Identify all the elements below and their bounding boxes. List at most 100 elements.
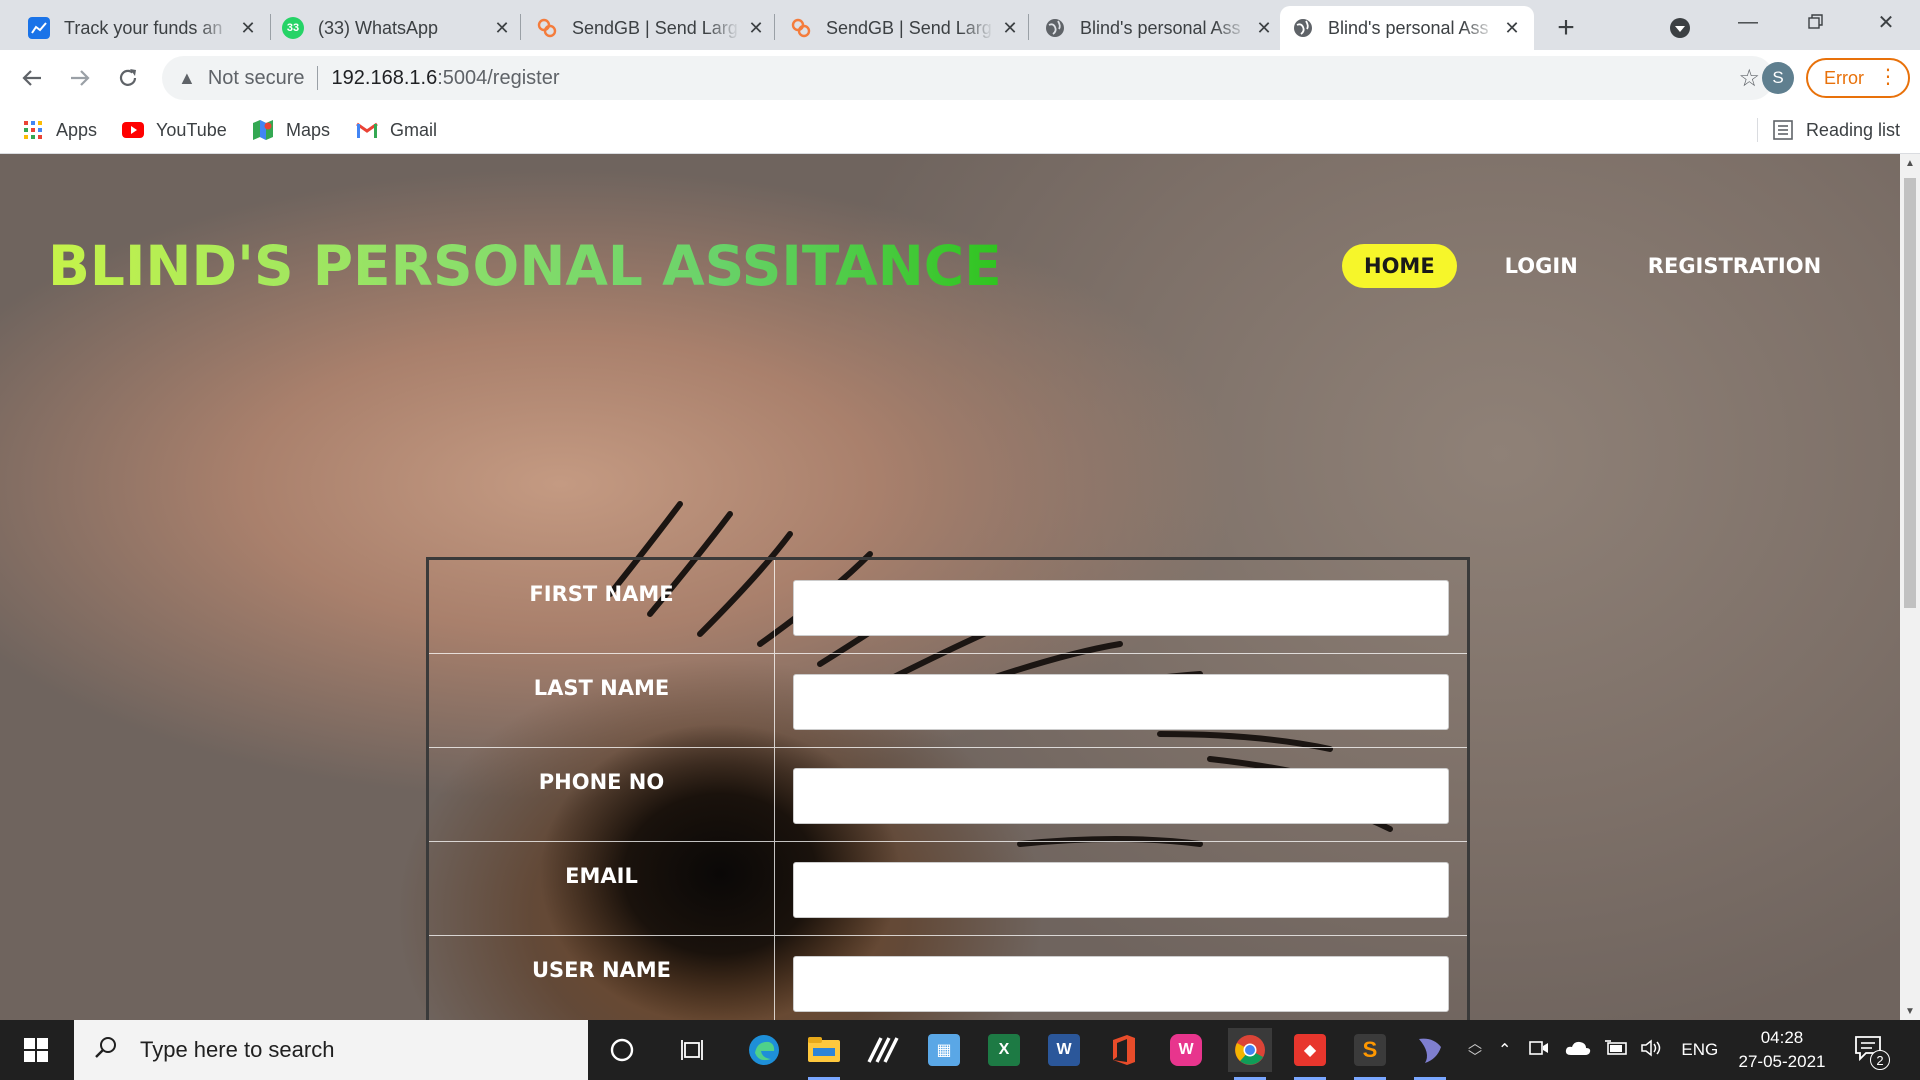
browser-tab[interactable]: Blind's personal Ass ✕ <box>1032 6 1286 50</box>
minimize-icon[interactable]: — <box>1718 0 1778 44</box>
reading-list-button[interactable]: Reading list <box>1756 116 1900 144</box>
windows-taskbar: Type here to search ▦ X W W ◆ S ︿ ﹀ ⌃ EN… <box>0 1020 1920 1080</box>
email-input[interactable] <box>793 862 1449 918</box>
url-path: :5004/register <box>437 66 560 89</box>
word-icon[interactable]: W <box>1042 1028 1086 1072</box>
windows-start-icon[interactable] <box>0 1020 72 1080</box>
taskbar-search-box[interactable]: Type here to search <box>74 1020 588 1080</box>
first-name-input[interactable] <box>793 580 1449 636</box>
control-panel-icon: ▦ <box>928 1034 960 1066</box>
gmail-icon <box>356 119 378 141</box>
control-panel-icon[interactable]: ▦ <box>922 1028 966 1072</box>
last-name-label: LAST NAME <box>429 654 775 747</box>
bookmark-apps[interactable]: Apps <box>22 116 97 144</box>
tab-title: Track your funds an <box>64 17 223 38</box>
chrome-icon[interactable] <box>1228 1028 1272 1080</box>
menu-kebab-icon: ⋮ <box>1878 66 1898 88</box>
error-button[interactable]: Error ⋮ <box>1806 58 1910 98</box>
close-tab-icon[interactable]: ✕ <box>492 18 512 38</box>
office-icon[interactable] <box>1102 1028 1146 1072</box>
scroll-up-arrow-icon[interactable]: ▲ <box>1900 154 1920 172</box>
bookmark-label: Apps <box>56 119 98 140</box>
edge-icon[interactable] <box>742 1028 786 1072</box>
bookmark-maps[interactable]: Maps <box>252 116 330 144</box>
close-tab-icon[interactable]: ✕ <box>746 18 766 38</box>
cortana-icon[interactable] <box>600 1028 644 1072</box>
address-separator <box>316 66 318 90</box>
back-arrow-icon[interactable] <box>14 60 50 96</box>
registration-form: FIRST NAME LAST NAME PHONE NO EMAIL USER… <box>426 557 1470 1020</box>
bookmark-label: Maps <box>286 119 331 140</box>
tab-title: SendGB | Send Larg <box>826 17 992 38</box>
forward-arrow-icon[interactable] <box>62 60 98 96</box>
wamp-icon[interactable]: W <box>1164 1028 1208 1072</box>
close-window-icon[interactable]: ✕ <box>1856 0 1916 44</box>
scroll-down-arrow-icon[interactable]: ▼ <box>1900 1002 1920 1020</box>
profile-avatar[interactable]: S <box>1762 62 1794 94</box>
tab-separator <box>520 14 521 40</box>
email-label: EMAIL <box>429 842 775 935</box>
taskbar-clock[interactable]: 04:28 27-05-2021 <box>1724 1026 1840 1074</box>
tab-title: SendGB | Send Larg <box>572 17 738 38</box>
scrollbar-thumb[interactable] <box>1904 178 1916 608</box>
browser-tab-active[interactable]: Blind's personal Ass ✕ <box>1280 6 1534 50</box>
phone-no-input[interactable] <box>793 768 1449 824</box>
nav-home-link[interactable]: HOME <box>1342 244 1457 288</box>
phone-no-label: PHONE NO <box>429 748 775 841</box>
file-explorer-icon[interactable] <box>802 1028 846 1080</box>
task-view-icon[interactable] <box>672 1028 716 1072</box>
browser-tab[interactable]: 33 (33) WhatsApp ✕ <box>270 6 524 50</box>
browser-tab[interactable]: Track your funds an ✕ <box>16 6 270 50</box>
browser-tab[interactable]: SendGB | Send Larg ✕ <box>524 6 778 50</box>
search-icon <box>94 1035 118 1065</box>
close-tab-icon[interactable]: ✕ <box>1254 18 1274 38</box>
security-status: Not secure <box>207 66 305 89</box>
close-tab-icon[interactable]: ✕ <box>1000 18 1020 38</box>
form-row: PHONE NO <box>429 748 1467 842</box>
tab-strip: Track your funds an ✕ 33 (33) WhatsApp ✕… <box>0 0 1920 50</box>
browser-tab[interactable]: SendGB | Send Larg ✕ <box>778 6 1032 50</box>
meet-now-icon[interactable] <box>1529 1039 1549 1062</box>
reading-list-label: Reading list <box>1805 119 1900 140</box>
sendgb-favicon-icon <box>790 17 812 39</box>
last-name-input[interactable] <box>793 674 1449 730</box>
tab-separator <box>1028 14 1029 40</box>
notification-center-icon[interactable]: 2 <box>1854 1034 1890 1070</box>
app-icon[interactable] <box>862 1028 906 1072</box>
restore-icon[interactable] <box>1786 0 1846 44</box>
excel-icon[interactable]: X <box>982 1028 1026 1072</box>
volume-icon[interactable] <box>1641 1038 1663 1062</box>
taskbar-scroll[interactable]: ︿ ﹀ <box>1468 1020 1482 1080</box>
bookmarks-separator <box>1756 118 1758 142</box>
url-host: 192.168.1.6 <box>331 66 438 89</box>
sendgb-favicon-icon <box>536 17 558 39</box>
page-viewport: BLIND'S PERSONAL ASSITANCE HOME LOGIN RE… <box>0 154 1900 1020</box>
close-tab-icon[interactable]: ✕ <box>238 18 258 38</box>
warning-triangle-icon[interactable]: ▲ <box>178 68 196 89</box>
new-tab-button[interactable]: + <box>1548 10 1584 46</box>
tab-title: (33) WhatsApp <box>318 17 439 38</box>
first-name-label: FIRST NAME <box>429 560 775 653</box>
git-icon[interactable]: ◆ <box>1288 1028 1332 1080</box>
sublime-icon[interactable]: S <box>1348 1028 1392 1080</box>
nav-registration-link[interactable]: REGISTRATION <box>1626 244 1843 288</box>
bookmark-gmail[interactable]: Gmail <box>356 116 437 144</box>
reload-icon[interactable] <box>110 60 146 96</box>
system-tray: ⌃ ENG <box>1498 1020 1718 1080</box>
main-nav: HOME LOGIN REGISTRATION <box>1342 244 1869 288</box>
language-indicator[interactable]: ENG <box>1681 1040 1718 1060</box>
app-icon[interactable] <box>1408 1028 1452 1080</box>
onedrive-cloud-icon[interactable] <box>1565 1040 1591 1061</box>
bookmark-youtube[interactable]: YouTube <box>122 116 227 144</box>
bookmark-star-icon[interactable]: ☆ <box>1738 64 1760 93</box>
tab-title: Blind's personal Ass <box>1080 17 1241 38</box>
show-hidden-icons-chevron-icon[interactable]: ⌃ <box>1498 1040 1511 1060</box>
chart-favicon-icon <box>28 17 50 39</box>
address-bar[interactable]: ▲ Not secure 192.168.1.6 :5004/register … <box>162 56 1774 100</box>
nav-login-link[interactable]: LOGIN <box>1483 244 1600 288</box>
page-scrollbar[interactable]: ▲ ▼ <box>1900 154 1920 1020</box>
tab-search-icon[interactable] <box>1664 12 1696 44</box>
user-name-input[interactable] <box>793 956 1449 1012</box>
close-tab-icon[interactable]: ✕ <box>1502 18 1522 38</box>
battery-icon[interactable] <box>1605 1039 1629 1061</box>
